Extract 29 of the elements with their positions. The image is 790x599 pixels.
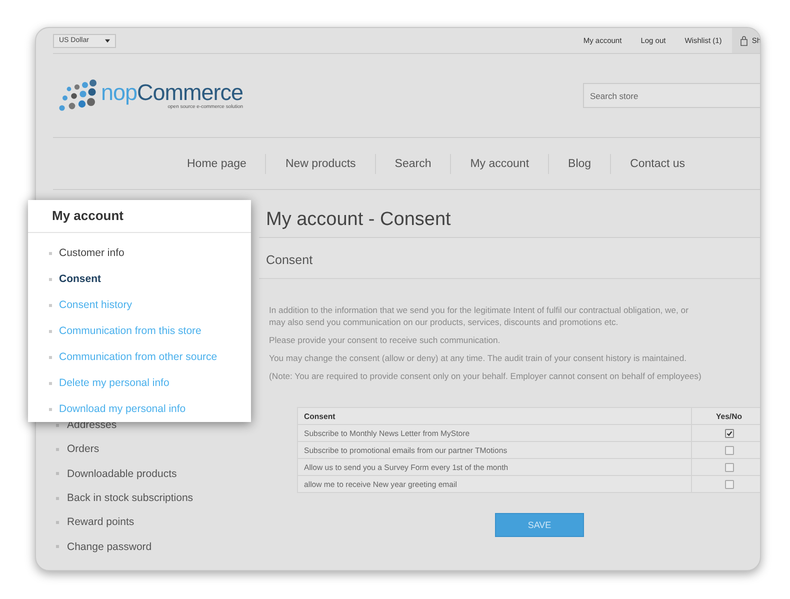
checkbox[interactable]: [724, 446, 734, 455]
paragraph-line: In addition to the information that we send you for the legitimate Intent of fulfil our contractual obligation, we, or: [269, 304, 690, 316]
paragraph-line: You may change the consent (allow or deny) at any time. The audit train of your consent history is maintained.: [269, 352, 688, 364]
nav-link[interactable]: Blog: [568, 158, 592, 170]
nav-link[interactable]: Search: [394, 158, 432, 170]
popup-title: My account: [28, 200, 251, 233]
nav-link[interactable]: Home page: [187, 158, 246, 170]
sidebar-link[interactable]: Downloadable products: [67, 468, 177, 480]
checkbox[interactable]: [724, 428, 734, 438]
checkbox[interactable]: [724, 462, 734, 472]
sidebar-link[interactable]: Addresses: [67, 419, 117, 432]
caret-icon: [105, 38, 110, 42]
paragraph-line: (Note: You are required to provide consent only on your behalf. Employer cannot consent on behalf of employees): [269, 370, 702, 382]
sidebar-link[interactable]: Change password: [67, 540, 152, 553]
logo-text: nopCommerce: [101, 82, 244, 104]
sidebar-link[interactable]: Orders: [67, 443, 100, 456]
menu-item[interactable]: Consent: [59, 273, 101, 285]
search-field[interactable]: Search store: [583, 83, 760, 108]
menu-item[interactable]: Customer info: [59, 247, 124, 259]
paragraph-line: may also send you communication on our products, services, discounts and promotions etc.: [269, 316, 620, 328]
section-title: Consent: [266, 252, 314, 268]
nav-link[interactable]: New products: [285, 158, 356, 170]
shopping-bag-icon: [740, 36, 748, 46]
sidebar-link[interactable]: Reward points: [67, 516, 134, 528]
sidebar-link[interactable]: Back in stock subscriptions: [67, 492, 194, 504]
checkbox[interactable]: [724, 480, 734, 489]
nav-link[interactable]: My account: [470, 158, 530, 170]
paragraph-line: Please provide your consent to receive such communication.: [269, 334, 502, 346]
nav-link[interactable]: Contact us: [630, 158, 686, 170]
